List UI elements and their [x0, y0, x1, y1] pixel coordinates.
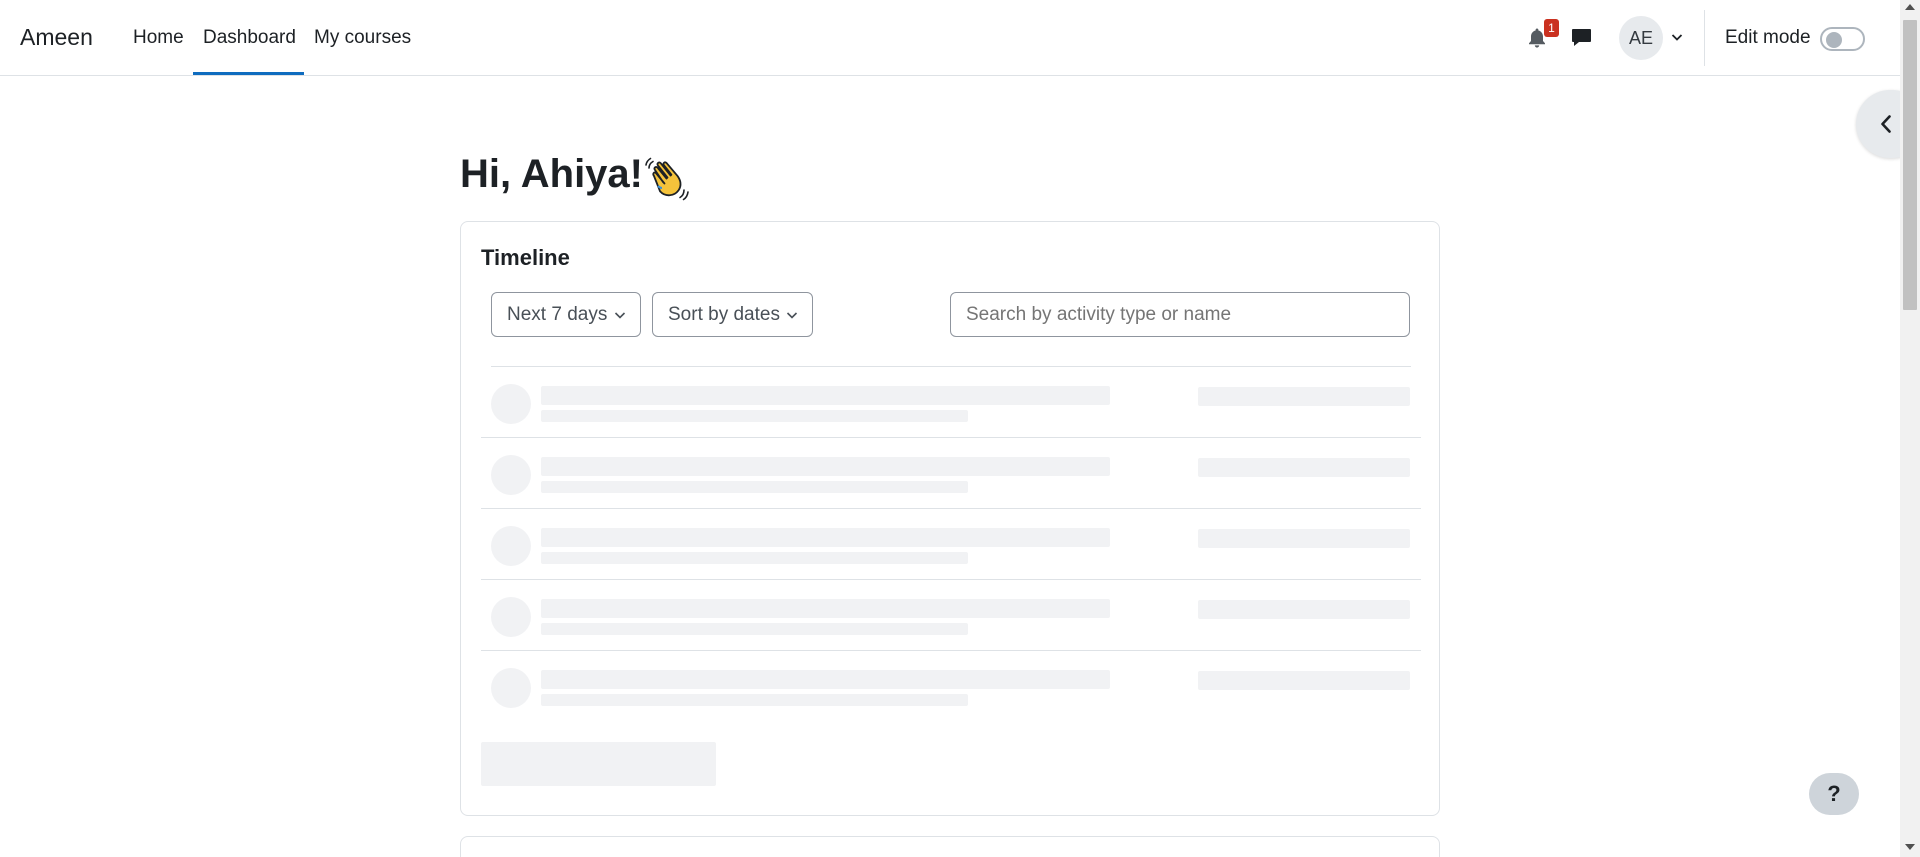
active-nav-indicator	[193, 72, 304, 75]
loading-placeholder-row	[461, 367, 1441, 437]
chevron-down-icon	[614, 312, 626, 319]
page-scrollbar[interactable]	[1900, 0, 1920, 857]
loading-placeholder-row	[461, 438, 1441, 508]
timeline-sort-label: Sort by dates	[668, 304, 780, 325]
toggle-knob	[1826, 32, 1842, 48]
help-button[interactable]: ?	[1809, 773, 1859, 815]
chat-bubble-icon[interactable]	[1571, 27, 1592, 48]
top-navbar: Ameen Home Dashboard My courses 1 AE Edi…	[0, 0, 1900, 76]
edit-mode-toggle[interactable]	[1820, 27, 1865, 51]
timeline-filter-dropdown[interactable]: Next 7 days	[491, 292, 641, 337]
notification-badge: 1	[1544, 19, 1559, 37]
user-avatar[interactable]: AE	[1619, 16, 1663, 60]
timeline-sort-dropdown[interactable]: Sort by dates	[652, 292, 813, 337]
scroll-up-arrow-icon[interactable]	[1905, 4, 1915, 10]
timeline-filter-label: Next 7 days	[507, 304, 608, 325]
nav-my-courses[interactable]: My courses	[314, 27, 411, 49]
timeline-search-input[interactable]	[950, 292, 1410, 337]
next-block-card	[460, 836, 1440, 857]
chevron-down-icon	[786, 312, 798, 319]
loading-placeholder-row	[461, 651, 1441, 721]
edit-mode-label: Edit mode	[1725, 27, 1811, 48]
page: Ameen Home Dashboard My courses 1 AE Edi…	[0, 0, 1920, 857]
navbar-divider	[1704, 10, 1705, 66]
site-brand[interactable]: Ameen	[20, 24, 93, 51]
scroll-thumb[interactable]	[1903, 20, 1917, 310]
chevron-left-icon	[1881, 115, 1891, 133]
page-greeting: Hi, Ahiya!	[460, 152, 643, 196]
timeline-card: Timeline Next 7 days Sort by dates	[460, 221, 1440, 816]
loading-placeholder-row	[461, 509, 1441, 579]
waving-hand-icon	[645, 157, 689, 201]
chevron-down-icon[interactable]	[1671, 31, 1683, 43]
scroll-down-arrow-icon[interactable]	[1905, 844, 1915, 850]
nav-home[interactable]: Home	[133, 27, 184, 49]
loading-placeholder-button	[481, 742, 716, 786]
timeline-title: Timeline	[481, 245, 570, 270]
nav-dashboard[interactable]: Dashboard	[203, 27, 296, 49]
loading-placeholder-row	[461, 580, 1441, 650]
